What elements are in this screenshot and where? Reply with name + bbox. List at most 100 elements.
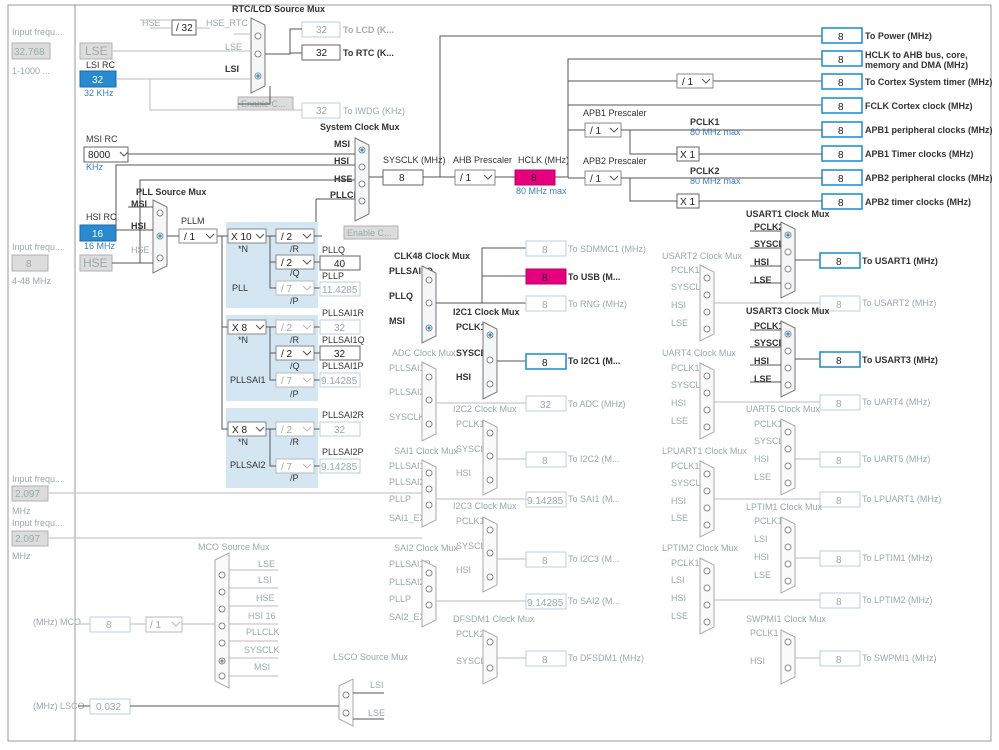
pll-r-value: / 2	[281, 232, 293, 243]
usb-value: 8	[542, 273, 548, 284]
usart2-radio-0[interactable]	[703, 274, 711, 282]
lptim1-in-1: LSI	[754, 534, 768, 544]
mco-radio-3[interactable]	[218, 622, 226, 630]
lptim2-radio-2[interactable]	[703, 601, 711, 609]
adc-radio-2[interactable]	[425, 420, 433, 428]
sai1-radio-2[interactable]	[425, 501, 433, 509]
lpuart1-radio-2[interactable]	[703, 504, 711, 512]
sysmux-radio-pllclk[interactable]	[358, 197, 366, 205]
swpmi-radio-0[interactable]	[784, 638, 792, 646]
i2c2-radio-0[interactable]	[486, 429, 494, 437]
usart1-label: To USART1 (MHz)	[862, 256, 938, 266]
sai1-radio-0[interactable]	[425, 469, 433, 477]
lptim1-radio-0[interactable]	[784, 526, 792, 534]
pllsai1-r-value: / 2	[281, 323, 293, 334]
i2c1-radio-hsi[interactable]	[486, 380, 494, 388]
mco-radio-0[interactable]	[218, 571, 226, 579]
swpmi-radio-1[interactable]	[784, 664, 792, 672]
mco-radio-4[interactable]	[218, 639, 226, 647]
pllsai2p-label: PLLSAI2P	[322, 447, 364, 457]
usart1-radio-1[interactable]	[784, 248, 792, 256]
i2c3-radio-0[interactable]	[486, 526, 494, 534]
clk48-radio-selected	[427, 326, 431, 330]
sai2-radio-0[interactable]	[425, 569, 433, 577]
adc-radio-1[interactable]	[425, 396, 433, 404]
uart4-label: To UART4 (MHz)	[862, 397, 930, 407]
pll-src-radio-msi[interactable]	[156, 209, 164, 217]
pllsai1-p-value: / 7	[281, 376, 293, 387]
rng-value: 8	[542, 300, 548, 311]
lptim1-value: 8	[836, 555, 842, 566]
i2c2-radio-2[interactable]	[486, 476, 494, 484]
sai1-radio-1[interactable]	[425, 485, 433, 493]
usart2-radio-1[interactable]	[703, 291, 711, 299]
swpmi-mux-title: SWPMI1 Clock Mux	[746, 614, 827, 624]
rtc-mux-radio-hse[interactable]	[254, 32, 262, 40]
lsco-source-mux	[338, 678, 354, 727]
rtc-mux-radio-lse[interactable]	[254, 50, 262, 58]
i2c1-radio-sysclk[interactable]	[486, 356, 494, 364]
pllsai2p-value: 9.14285	[321, 462, 358, 473]
lptim2-radio-3[interactable]	[703, 618, 711, 626]
clk48-radio-pllq[interactable]	[425, 299, 433, 307]
lpuart1-radio-1[interactable]	[703, 487, 711, 495]
sysmux-radio-hsi[interactable]	[358, 163, 366, 171]
rtc-hse-rtc-label: HSE_RTC	[206, 18, 248, 28]
mco-radio-6[interactable]	[218, 672, 226, 680]
sai2-radio-1[interactable]	[425, 585, 433, 593]
usart2-radio-3[interactable]	[703, 325, 711, 333]
lpuart1-radio-3[interactable]	[703, 521, 711, 529]
adc-radio-0[interactable]	[425, 373, 433, 381]
lsco-radio-0[interactable]	[342, 691, 350, 699]
clk48-radio-pllsai1q[interactable]	[425, 276, 433, 284]
uart4-radio-1[interactable]	[703, 389, 711, 397]
uart5-radio-0[interactable]	[784, 428, 792, 436]
usart3-radio-2[interactable]	[784, 364, 792, 372]
lptim1-radio-3[interactable]	[784, 577, 792, 585]
dfsdm-radio-0[interactable]	[486, 638, 494, 646]
sai2-radio-2[interactable]	[425, 601, 433, 609]
lpuart1-radio-0[interactable]	[703, 470, 711, 478]
uart4-radio-3[interactable]	[703, 423, 711, 431]
pll-q-label: /Q	[290, 268, 300, 278]
pll-src-radio-hse[interactable]	[156, 254, 164, 262]
uart4-mux-title: UART4 Clock Mux	[662, 348, 736, 358]
lpuart1-value: 8	[836, 496, 842, 507]
pll-main-label: PLL	[232, 283, 248, 293]
uart4-radio-2[interactable]	[703, 406, 711, 414]
i2c3-radio-1[interactable]	[486, 549, 494, 557]
usart3-label: To USART3 (MHz)	[862, 355, 938, 365]
lptim2-radio-1[interactable]	[703, 584, 711, 592]
sai1-label: To SAI1 (M...	[568, 494, 620, 504]
usart2-radio-2[interactable]	[703, 308, 711, 316]
lptim1-radio-1[interactable]	[784, 543, 792, 551]
clk48-mux-title: CLK48 Clock Mux	[394, 251, 470, 261]
mco-radio-1[interactable]	[218, 588, 226, 596]
pllsai2-block	[226, 408, 318, 488]
i2c2-in-0: PCLK1	[456, 419, 485, 429]
usart3-radio-1[interactable]	[784, 347, 792, 355]
apb2-prescaler-value: / 1	[590, 174, 602, 185]
uart5-radio-3[interactable]	[784, 479, 792, 487]
sdmmc-value: 8	[542, 245, 548, 256]
usart2-in-3: LSE	[671, 318, 688, 328]
usart1-radio-2[interactable]	[784, 265, 792, 273]
i2c2-radio-1[interactable]	[486, 452, 494, 460]
i2c3-radio-2[interactable]	[486, 573, 494, 581]
pllsai1-n-label: *N	[238, 335, 248, 345]
uart4-radio-0[interactable]	[703, 372, 711, 380]
i2c1-label: To I2C1 (M...	[568, 356, 620, 366]
dfsdm-radio-1[interactable]	[486, 664, 494, 672]
mco-radio-2[interactable]	[218, 605, 226, 613]
uart5-radio-1[interactable]	[784, 445, 792, 453]
lptim2-radio-0[interactable]	[703, 567, 711, 575]
sysmux-radio-hse[interactable]	[358, 180, 366, 188]
lsco-radio-1[interactable]	[342, 709, 350, 717]
uart5-radio-2[interactable]	[784, 462, 792, 470]
hclk-label: HCLK (MHz)	[518, 155, 569, 165]
pll-n-value: X 10	[231, 232, 252, 243]
lptim1-radio-2[interactable]	[784, 560, 792, 568]
usart1-value: 8	[836, 257, 842, 268]
usart1-radio-3[interactable]	[784, 282, 792, 290]
usart3-radio-3[interactable]	[784, 381, 792, 389]
